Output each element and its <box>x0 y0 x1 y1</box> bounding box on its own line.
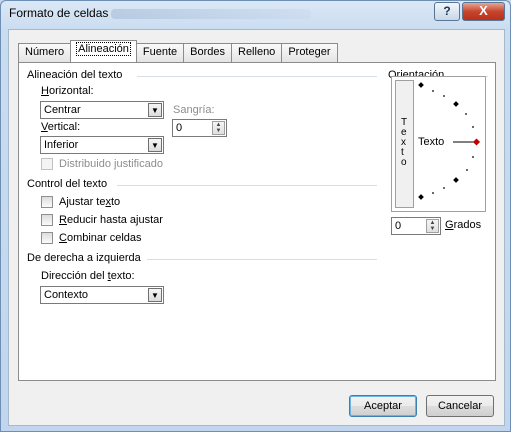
vertical-label: Vertical: <box>41 121 81 133</box>
tab-numero[interactable]: Número <box>18 43 71 62</box>
dial-tick-major <box>418 194 424 200</box>
spin-arrows-icon[interactable]: ▲ ▼ <box>212 121 225 135</box>
wrap-text-checkbox[interactable] <box>41 196 53 208</box>
tab-label: Relleno <box>238 46 276 58</box>
indent-spinner[interactable]: 0 ▲ ▼ <box>172 119 227 137</box>
tab-label: Alineación <box>76 42 131 56</box>
dial-marker <box>472 138 481 146</box>
text-direction-label: Dirección del texto: <box>41 270 135 282</box>
group-divider <box>137 76 377 77</box>
tab-relleno[interactable]: Relleno <box>231 43 282 62</box>
dialog-window: Formato de celdas ? X Número Alineación … <box>0 0 511 432</box>
dial-text-sample: Texto <box>418 136 445 148</box>
distributed-checkbox[interactable] <box>41 158 53 170</box>
dial-tick-minor <box>466 169 468 171</box>
horizontal-combo[interactable]: Centrar ▼ <box>40 101 164 119</box>
shrink-to-fit-label: Reducir hasta ajustar <box>59 214 163 226</box>
text-direction-combo[interactable]: Contexto ▼ <box>40 286 164 304</box>
dial-tick-major <box>453 101 459 107</box>
vertical-combo[interactable]: Inferior ▼ <box>40 136 164 154</box>
degrees-label: Grados <box>445 219 482 231</box>
orientation-control: T e x t o Texto <box>391 76 486 212</box>
title-bar-blur <box>111 9 311 19</box>
orientation-dial[interactable]: Texto <box>416 80 484 208</box>
dial-tick-minor <box>465 113 467 115</box>
chevron-down-icon[interactable]: ▼ <box>148 138 162 152</box>
tab-label: Proteger <box>288 46 331 58</box>
rtl-group-title: De derecha a izquierda <box>27 252 141 264</box>
dial-tick-major <box>453 177 459 183</box>
degrees-spinner[interactable]: 0 ▲ ▼ <box>391 217 441 235</box>
merge-cells-label: Combinar celdas <box>59 232 142 244</box>
degrees-value: 0 <box>395 220 402 232</box>
help-button[interactable]: ? <box>434 2 460 21</box>
indent-value: 0 <box>176 122 183 134</box>
horizontal-label: Horizontal: <box>41 85 94 97</box>
alignment-panel: Alineación del texto Horizontal: Centrar… <box>18 62 496 381</box>
distributed-label: Distribuido justificado <box>59 158 163 170</box>
tab-alineacion[interactable]: Alineación <box>70 40 137 62</box>
tab-fuente[interactable]: Fuente <box>135 43 184 62</box>
shrink-to-fit-checkbox[interactable] <box>41 214 53 226</box>
text-control-group-title: Control del texto <box>27 178 108 190</box>
spin-arrows-icon[interactable]: ▲ ▼ <box>426 219 439 233</box>
tab-strip: Número Alineación Fuente Bordes Relleno … <box>18 40 338 62</box>
text-direction-value: Contexto <box>44 289 89 301</box>
tab-label: Fuente <box>142 46 178 58</box>
dial-tick-minor <box>432 192 434 194</box>
tab-label: Bordes <box>190 46 225 58</box>
tab-proteger[interactable]: Proteger <box>281 43 338 62</box>
vertical-value: Inferior <box>44 139 79 151</box>
wrap-text-label: Ajustar texto <box>59 196 121 208</box>
dial-tick-minor <box>472 126 474 128</box>
group-divider <box>117 185 377 186</box>
chevron-down-icon[interactable]: ▼ <box>148 288 162 302</box>
cancel-button[interactable]: Cancelar <box>426 395 494 417</box>
dialog-client-area: Número Alineación Fuente Bordes Relleno … <box>8 29 505 426</box>
group-divider <box>147 259 377 260</box>
merge-cells-checkbox[interactable] <box>41 232 53 244</box>
horizontal-value: Centrar <box>44 104 81 116</box>
tab-label: Número <box>25 46 65 58</box>
window-title: Formato de celdas <box>9 6 109 20</box>
dial-tick-minor <box>443 187 445 189</box>
text-alignment-group-title: Alineación del texto <box>27 69 123 81</box>
indent-label: Sangría: <box>173 104 215 116</box>
dial-tick-minor <box>472 156 474 158</box>
tab-bordes[interactable]: Bordes <box>183 43 231 62</box>
ok-button[interactable]: Aceptar <box>349 395 417 417</box>
dial-tick-major <box>418 82 424 88</box>
dial-tick-minor <box>432 90 434 92</box>
vertical-text-button[interactable]: T e x t o <box>395 80 414 208</box>
dial-tick-minor <box>443 95 445 97</box>
close-button[interactable]: X <box>462 2 505 21</box>
vertical-text-letter: o <box>401 157 407 168</box>
chevron-down-icon[interactable]: ▼ <box>148 103 162 117</box>
